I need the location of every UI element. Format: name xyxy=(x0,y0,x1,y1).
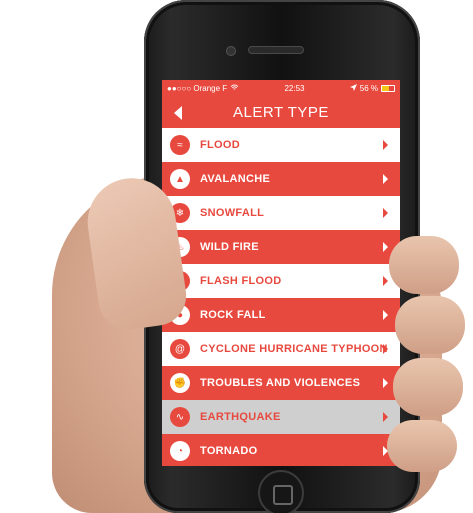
list-item-tornado[interactable]: ◔ TORNADO xyxy=(162,434,400,466)
cyclone-icon: @ xyxy=(170,339,190,359)
status-time: 22:53 xyxy=(284,83,305,93)
list-item-label: FLASH FLOOD xyxy=(200,275,282,287)
list-item-flash-flood[interactable]: ≋ FLASH FLOOD xyxy=(162,264,400,298)
list-item-label: CYCLONE HURRICANE TYPHOON xyxy=(200,343,388,355)
list-item-label: ROCK FALL xyxy=(200,309,266,321)
alert-type-list: ≈ FLOOD ▲ AVALANCHE ❄ SNOWFALL ♨ WILD FI… xyxy=(162,128,400,466)
chevron-right-icon xyxy=(383,344,388,354)
list-item-label: SNOWFALL xyxy=(200,207,265,219)
list-item-snowfall[interactable]: ❄ SNOWFALL xyxy=(162,196,400,230)
list-item-label: TROUBLES AND VIOLENCES xyxy=(200,377,361,389)
chevron-right-icon xyxy=(383,140,388,150)
earthquake-icon: ∿ xyxy=(170,407,190,427)
list-item-label: EARTHQUAKE xyxy=(200,411,281,423)
list-item-wild-fire[interactable]: ♨ WILD FIRE xyxy=(162,230,400,264)
hand-finger xyxy=(393,358,463,416)
page-title: ALERT TYPE xyxy=(233,103,329,121)
wifi-icon xyxy=(230,83,239,93)
chevron-right-icon xyxy=(383,276,388,286)
battery-fill xyxy=(381,85,389,91)
battery-icon xyxy=(380,84,395,92)
list-item-troubles-and-violences[interactable]: ✊ TROUBLES AND VIOLENCES xyxy=(162,366,400,400)
battery-percent: 56 % xyxy=(359,83,378,93)
list-item-rock-fall[interactable]: ● ROCK FALL xyxy=(162,298,400,332)
list-item-cyclone-hurricane-typhoon[interactable]: @ CYCLONE HURRICANE TYPHOON xyxy=(162,332,400,366)
app-screen: ●●○○○ Orange F 22:53 56 % ALERT TYPE ≈ F… xyxy=(162,80,400,466)
fist-icon: ✊ xyxy=(170,373,190,393)
list-item-avalanche[interactable]: ▲ AVALANCHE xyxy=(162,162,400,196)
avalanche-icon: ▲ xyxy=(170,169,190,189)
chevron-right-icon xyxy=(383,412,388,422)
hand-finger xyxy=(395,296,465,354)
home-button[interactable] xyxy=(258,470,304,513)
chevron-right-icon xyxy=(383,174,388,184)
list-item-earthquake[interactable]: ∿ EARTHQUAKE xyxy=(162,400,400,434)
earpiece-speaker xyxy=(248,46,304,54)
tornado-icon: ◔ xyxy=(170,441,190,461)
chevron-right-icon xyxy=(383,310,388,320)
chevron-right-icon xyxy=(383,208,388,218)
hand-finger xyxy=(389,236,459,294)
navigation-bar: ALERT TYPE xyxy=(162,96,400,128)
location-arrow-icon xyxy=(349,83,357,93)
list-item-flood[interactable]: ≈ FLOOD xyxy=(162,128,400,162)
front-camera xyxy=(226,46,236,56)
list-item-label: TORNADO xyxy=(200,445,258,457)
back-arrow-icon[interactable] xyxy=(174,106,182,120)
status-bar: ●●○○○ Orange F 22:53 56 % xyxy=(162,80,400,96)
list-item-label: FLOOD xyxy=(200,139,240,151)
chevron-right-icon xyxy=(383,242,388,252)
hand-finger xyxy=(387,420,457,472)
list-item-label: AVALANCHE xyxy=(200,173,271,185)
flood-icon: ≈ xyxy=(170,135,190,155)
list-item-label: WILD FIRE xyxy=(200,241,259,253)
chevron-right-icon xyxy=(383,378,388,388)
carrier-label: ●●○○○ Orange F xyxy=(167,83,228,93)
